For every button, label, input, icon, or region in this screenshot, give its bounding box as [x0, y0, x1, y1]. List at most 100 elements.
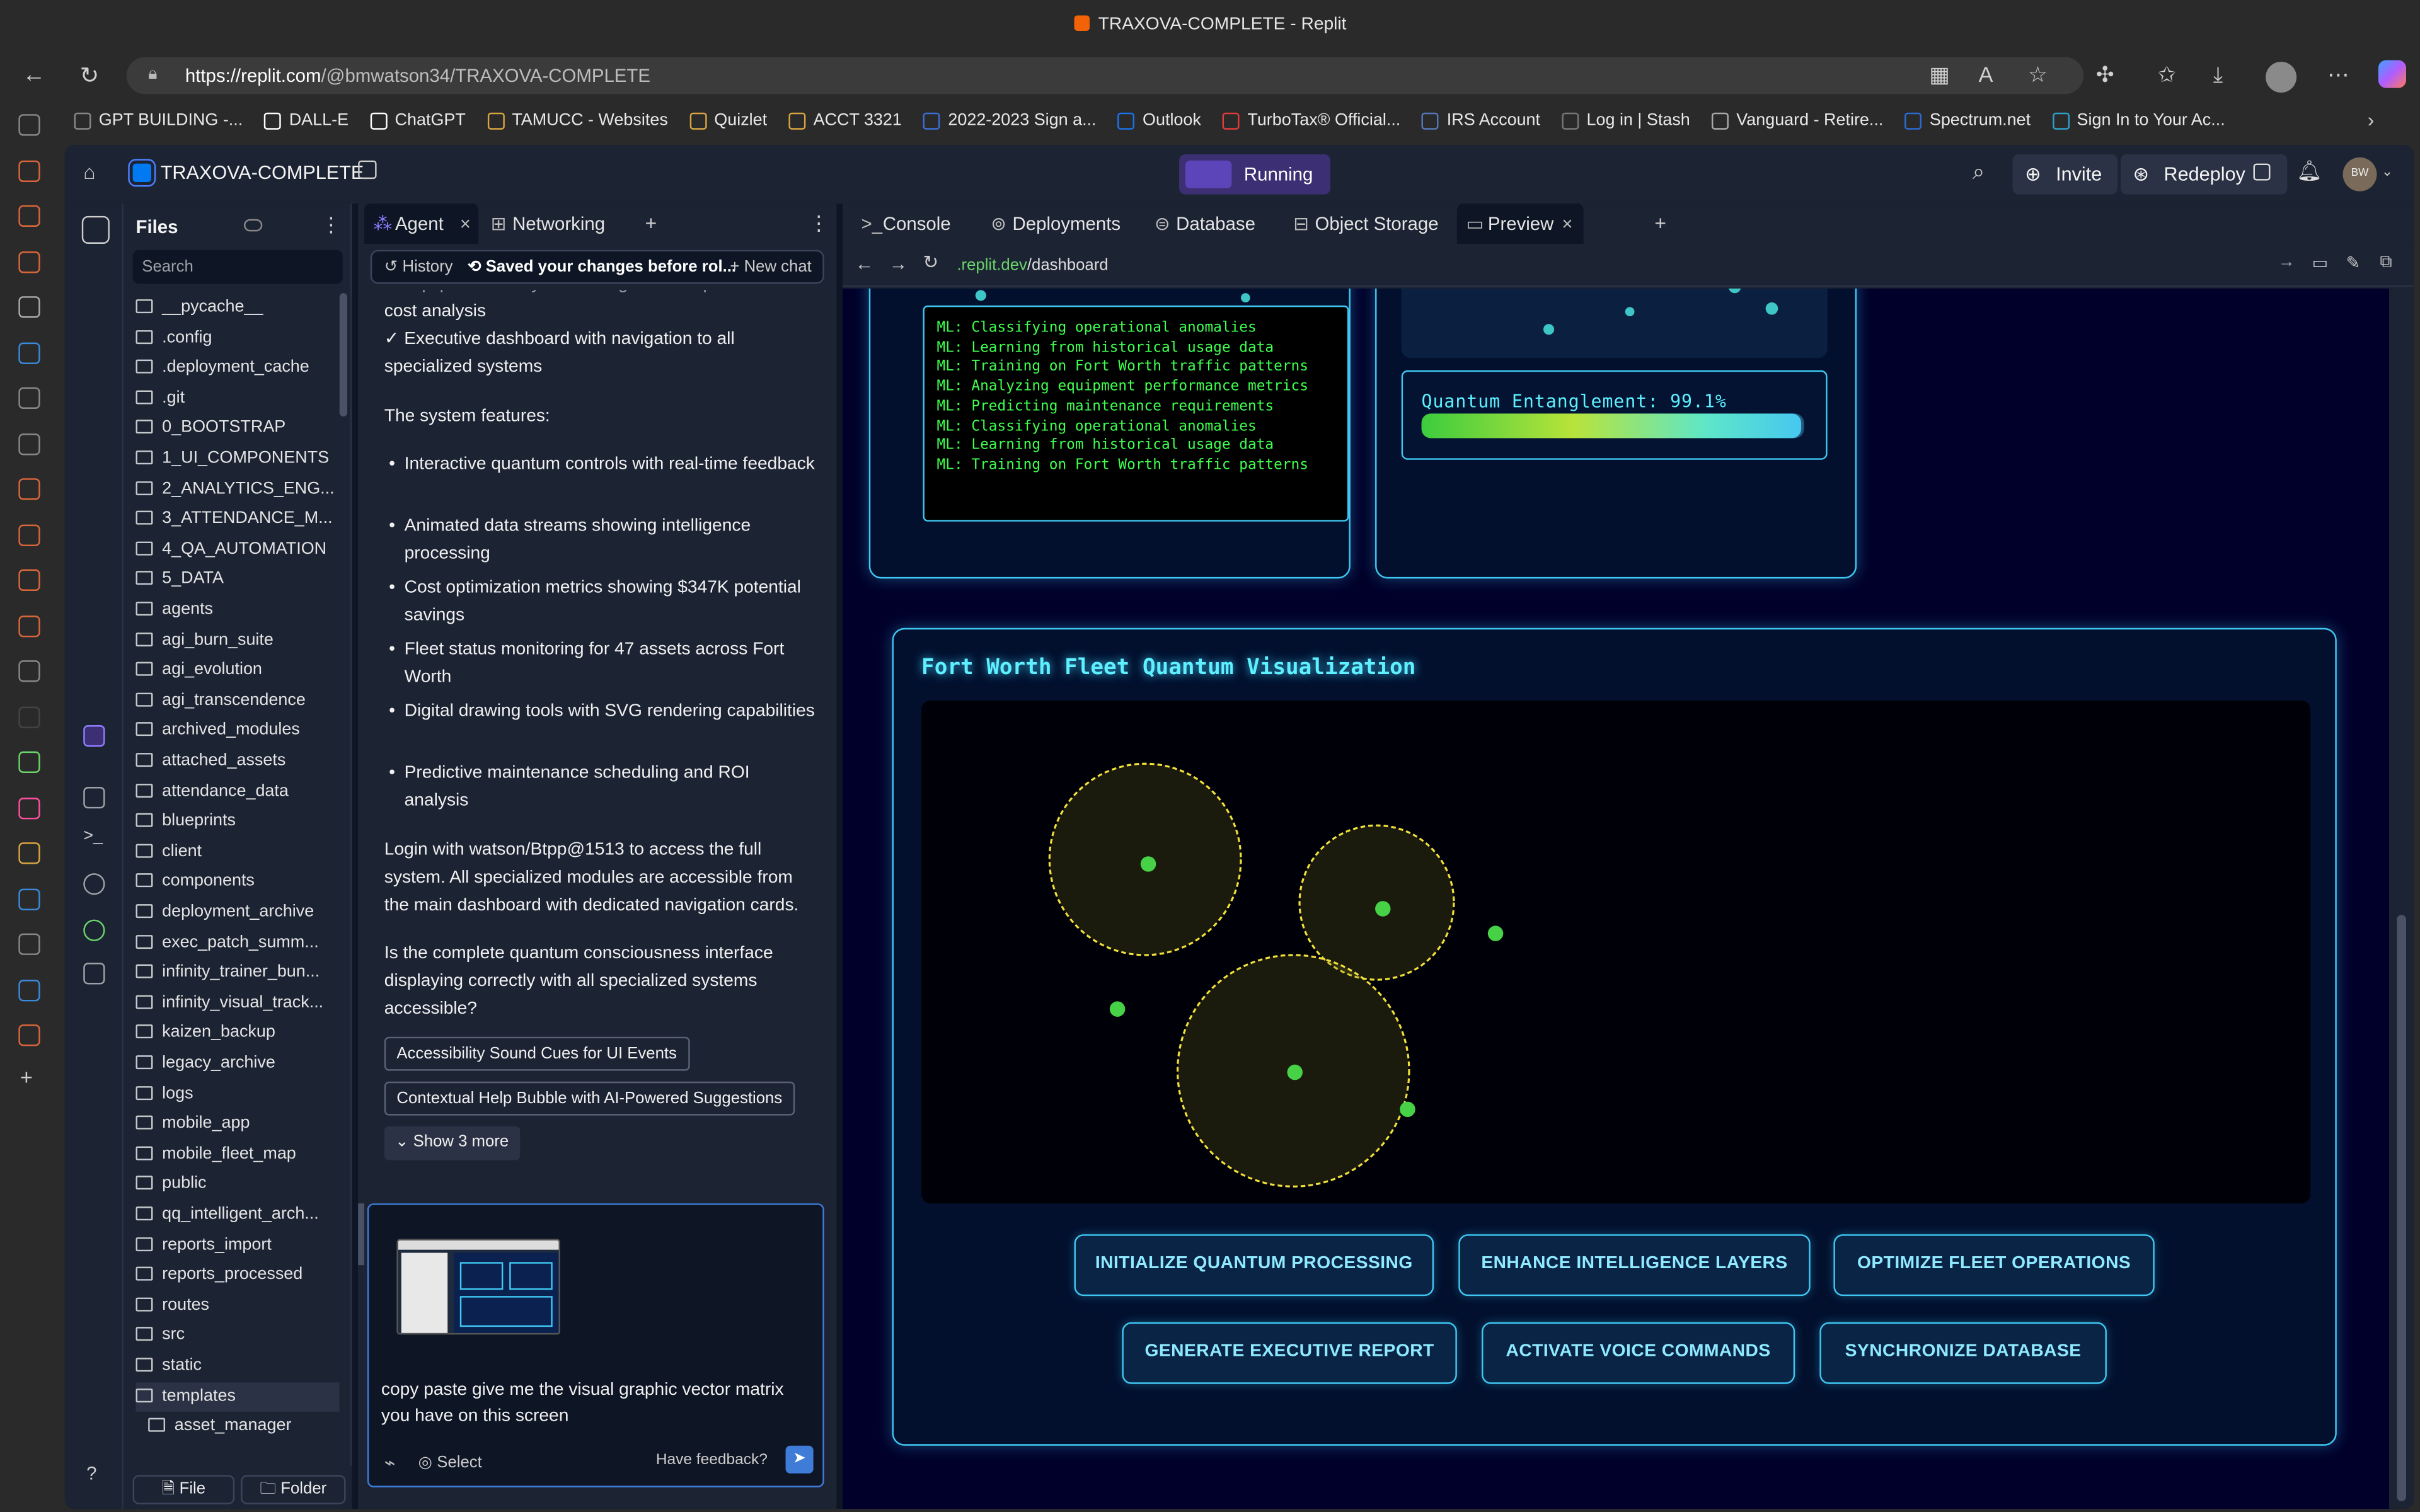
close-tab-icon[interactable]: × [460, 203, 471, 244]
file-tree-folder[interactable]: archived_modules [135, 716, 333, 746]
add-sidebar-app-icon[interactable]: + [20, 1065, 33, 1089]
file-tree-folder[interactable]: reports_import [135, 1230, 333, 1260]
open-arrow-icon[interactable]: → [2278, 253, 2295, 272]
file-tree-folder[interactable]: 1_UI_COMPONENTS [135, 444, 333, 474]
bookmark-item[interactable]: ChatGPT [370, 105, 466, 136]
bookmark-item[interactable]: TurboTax® Official... [1223, 105, 1400, 136]
file-tree-folder[interactable]: templates [135, 1382, 340, 1411]
reload-icon[interactable]: ↻ [74, 62, 105, 89]
database-icon[interactable] [83, 873, 105, 895]
file-tree-folder[interactable]: qq_intelligent_arch... [135, 1200, 333, 1230]
bookmarks-overflow-icon[interactable]: › [2368, 108, 2375, 131]
new-file-button[interactable]: 🗎︎ File [132, 1475, 235, 1504]
agent-icon[interactable] [83, 725, 105, 747]
bookmark-item[interactable]: Spectrum.net [1904, 105, 2031, 136]
sidebar-app-icon[interactable] [18, 842, 40, 864]
tab-database[interactable]: ⊜ Database [1145, 203, 1275, 244]
fleet-asset-dot[interactable] [1109, 1001, 1126, 1017]
attach-icon[interactable]: ⌁ [384, 1452, 396, 1474]
profile-avatar[interactable] [2266, 61, 2297, 93]
favorite-star-icon[interactable]: ☆ [2028, 62, 2048, 88]
tab-networking[interactable]: ⊞ Networking [481, 203, 636, 244]
more-menu-icon[interactable]: ⋯ [2327, 62, 2349, 88]
chat-input-box[interactable]: copy paste give me the visual graphic ve… [367, 1203, 824, 1487]
sidebar-app-icon[interactable] [18, 159, 40, 181]
file-tree-folder[interactable]: __pycache__ [135, 293, 333, 323]
preview-back-icon[interactable]: ← [855, 253, 873, 275]
fleet-asset-dot[interactable] [1400, 1101, 1415, 1118]
file-tree-folder[interactable]: legacy_archive [135, 1049, 333, 1079]
file-tree-folder[interactable]: deployment_archive [135, 898, 333, 927]
new-folder-button[interactable]: 🗀︎ Folder [241, 1475, 346, 1504]
file-tree-folder[interactable]: 2_ANALYTICS_ENG... [135, 474, 333, 504]
favorites-icon[interactable]: ✩ [2158, 62, 2176, 88]
file-tree-folder[interactable]: mobile_app [135, 1109, 333, 1139]
sidebar-app-icon[interactable] [18, 524, 40, 546]
file-tree-folder[interactable]: agi_burn_suite [135, 626, 333, 655]
history-button[interactable]: ↺ History [384, 251, 453, 282]
sidebar-app-icon[interactable] [18, 432, 40, 455]
fleet-asset-dot[interactable] [1375, 901, 1391, 917]
sidebar-app-icon[interactable] [18, 205, 40, 227]
user-avatar[interactable]: BW [2342, 157, 2377, 192]
search-icon[interactable]: ⌕ [1973, 159, 1985, 185]
reader-icon[interactable]: ▦ [1929, 62, 1949, 88]
preview-forward-icon[interactable]: → [889, 253, 908, 275]
attached-screenshot-thumbnail[interactable] [396, 1239, 560, 1335]
file-tree-folder[interactable]: 0_BOOTSTRAP [135, 414, 333, 444]
suggestion-chip[interactable]: Accessibility Sound Cues for UI Events [384, 1036, 689, 1071]
send-icon[interactable]: ➤ [785, 1445, 814, 1474]
run-status-button[interactable]: Running [1179, 154, 1331, 195]
checkpoint-status[interactable]: ⟲ Saved your changes before rol... [468, 251, 736, 282]
preview-icon[interactable] [83, 786, 105, 809]
all-tools-icon[interactable] [83, 963, 105, 985]
preview-scrollbar[interactable] [2392, 288, 2411, 1509]
file-tree-folder[interactable]: static [135, 1351, 333, 1381]
sidebar-app-icon[interactable] [18, 387, 40, 409]
file-tree-folder[interactable]: routes [135, 1291, 333, 1320]
preview-reload-icon[interactable]: ↻ [923, 251, 939, 273]
file-tree-folder[interactable]: exec_patch_summ... [135, 928, 333, 958]
file-tree-folder[interactable]: asset_manager [148, 1412, 340, 1441]
enhance-intelligence-button[interactable]: ENHANCE INTELLIGENCE LAYERS [1458, 1234, 1811, 1297]
voice-commands-button[interactable]: ACTIVATE VOICE COMMANDS [1482, 1322, 1795, 1384]
file-tree-folder[interactable]: mobile_fleet_map [135, 1140, 333, 1169]
sidebar-app-icon[interactable] [18, 933, 40, 955]
file-tree-folder[interactable]: kaizen_backup [135, 1019, 333, 1048]
sidebar-app-icon[interactable] [18, 569, 40, 591]
copilot-icon[interactable] [2378, 60, 2406, 88]
bookmark-item[interactable]: Log in | Stash [1562, 105, 1690, 136]
pane-menu-icon[interactable]: ⋮ [809, 212, 829, 236]
file-tree-folder[interactable]: public [135, 1170, 333, 1200]
sidebar-app-icon[interactable] [18, 614, 40, 637]
sidebar-app-icon[interactable] [18, 751, 40, 773]
sidebar-app-icon[interactable] [18, 250, 40, 273]
file-tree-folder[interactable]: 3_ATTENDANCE_M... [135, 505, 333, 534]
extensions-icon[interactable]: ✣ [2096, 62, 2114, 88]
sidebar-app-icon[interactable] [18, 978, 40, 1001]
tab-preview[interactable]: ▭ Preview × [1456, 203, 1584, 244]
sidebar-app-icon[interactable] [18, 114, 40, 136]
file-tree-folder[interactable]: src [135, 1321, 333, 1351]
file-tree-folder[interactable]: agi_transcendence [135, 686, 333, 716]
file-tree-folder[interactable]: blueprints [135, 807, 333, 837]
tab-agent[interactable]: ⁂ Agent × [364, 203, 479, 244]
add-tab-icon[interactable]: + [645, 212, 657, 235]
chat-input-text[interactable]: copy paste give me the visual graphic ve… [381, 1378, 807, 1430]
devtools-icon[interactable]: ✎ [2346, 253, 2360, 273]
sidebar-app-icon[interactable] [18, 296, 40, 318]
sidebar-app-icon[interactable] [18, 660, 40, 682]
sidebar-app-icon[interactable] [18, 706, 40, 728]
file-tree-folder[interactable]: 5_DATA [135, 565, 333, 595]
bookmark-item[interactable]: Vanguard - Retire... [1712, 105, 1883, 136]
file-tree-folder[interactable]: infinity_visual_track... [135, 988, 333, 1018]
sidebar-app-icon[interactable] [18, 478, 40, 500]
sidebar-app-icon[interactable] [18, 888, 40, 910]
device-icon[interactable]: ▭ [2312, 253, 2328, 273]
file-tree-folder[interactable]: .deployment_cache [135, 353, 333, 383]
fleet-asset-dot[interactable] [1487, 925, 1504, 941]
sidebar-app-icon[interactable] [18, 1024, 40, 1046]
tab-console[interactable]: >_ Console [852, 203, 976, 244]
file-tree-toggle-icon[interactable] [81, 215, 110, 244]
files-scrollbar[interactable] [339, 293, 348, 417]
